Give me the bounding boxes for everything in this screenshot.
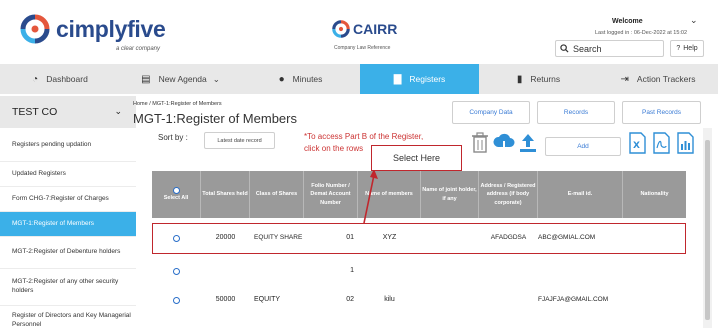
sidebar-item-mgt2-other[interactable]: MGT-2:Register of any other security hol… xyxy=(0,269,136,306)
export-icon: ⇥ xyxy=(620,73,629,85)
brand-logo[interactable]: cimplyfive xyxy=(20,14,166,44)
cimplyfive-logo-icon xyxy=(20,14,50,44)
records-button[interactable]: Records xyxy=(537,101,615,124)
company-selector[interactable]: TEST CO ⌄ xyxy=(0,96,136,128)
clock-icon: ● xyxy=(278,73,285,85)
main-nav: ◔ Dashboard ▤ New Agenda ⌄ ● Minutes ▇ R… xyxy=(0,64,718,94)
row-select[interactable] xyxy=(152,296,201,304)
select-all-header[interactable]: Select All xyxy=(152,171,201,218)
report-icon[interactable] xyxy=(675,132,696,154)
app-header: cimplyfive a clear company CAIRR Company… xyxy=(0,0,718,62)
chevron-down-icon[interactable]: ⌄ xyxy=(690,15,698,26)
sidebar-item-mgt2-debenture[interactable]: MGT-2:Register of Debenture holders xyxy=(0,237,136,269)
table-row[interactable]: 1 xyxy=(152,261,686,281)
chevron-down-icon: ⌄ xyxy=(212,73,220,84)
folder-icon: ▇ xyxy=(393,73,402,85)
product-subtitle: Company Law Reference xyxy=(334,45,391,51)
cell-member-name: kilu xyxy=(384,295,395,303)
svg-text:X: X xyxy=(633,141,640,151)
cell-folio: 02 xyxy=(346,295,354,303)
trash-icon[interactable] xyxy=(470,132,490,154)
radio-icon xyxy=(173,267,180,275)
nav-item-label: New Agenda xyxy=(158,74,207,84)
nav-item-new-agenda[interactable]: ▤ New Agenda ⌄ xyxy=(120,64,241,94)
header-folio: Folio Number / Demat Account Number xyxy=(304,171,358,218)
last-logged-text: Last logged in : 06-Dec-2022 at 15:02 xyxy=(595,30,688,36)
scrollbar-thumb[interactable] xyxy=(705,140,710,320)
breadcrumb: Home / MGT-1:Register of Members xyxy=(133,101,222,107)
gauge-icon: ◔ xyxy=(32,73,39,85)
upload-icon[interactable] xyxy=(517,132,539,154)
page-title: MGT-1:Register of Members xyxy=(133,111,297,126)
brand-subtitle: a clear company xyxy=(116,46,161,52)
sidebar-item-directors[interactable]: Register of Directors and Key Managerial… xyxy=(0,306,136,335)
product-name: CAIRR xyxy=(353,21,398,37)
cell-email: FJAJFJA@GMAIL.COM xyxy=(538,295,609,303)
header-email: E-mail id. xyxy=(538,171,623,218)
breadcrumb-current: MGT-1:Register of Members xyxy=(152,101,222,107)
document-icon: ▮ xyxy=(516,73,523,85)
nav-item-label: Dashboard xyxy=(46,74,88,84)
header-address: Address / Registered address (if body co… xyxy=(479,171,538,218)
cloud-download-icon[interactable] xyxy=(492,132,516,154)
search-icon xyxy=(560,44,569,53)
nav-item-dashboard[interactable]: ◔ Dashboard xyxy=(0,64,120,94)
sort-select[interactable]: Latest date record xyxy=(204,132,275,149)
company-name: TEST CO xyxy=(12,106,58,118)
question-icon: ? xyxy=(676,45,681,52)
breadcrumb-home[interactable]: Home xyxy=(133,101,148,107)
row-select[interactable] xyxy=(152,267,201,275)
search-placeholder: Search xyxy=(573,43,602,54)
chevron-down-icon: ⌄ xyxy=(114,106,122,116)
list-icon: ▤ xyxy=(141,73,151,85)
nav-item-minutes[interactable]: ● Minutes xyxy=(241,64,360,94)
sort-label: Sort by : xyxy=(158,133,188,142)
welcome-label: Welcome xyxy=(612,18,643,25)
nav-item-registers[interactable]: ▇ Registers xyxy=(360,64,479,94)
add-button[interactable]: Add xyxy=(545,137,621,156)
row-highlight-annotation xyxy=(152,223,686,254)
pdf-icon[interactable] xyxy=(651,132,672,154)
product-logo: CAIRR xyxy=(332,20,397,38)
nav-item-action-trackers[interactable]: ⇥ Action Trackers xyxy=(598,64,718,94)
cell-class: EQUITY xyxy=(254,295,281,303)
header-label: Select All xyxy=(163,194,189,201)
excel-icon[interactable]: X xyxy=(627,132,648,154)
header-joint-holder: Name of joint holder, if any xyxy=(421,171,479,218)
cell-shares: 50000 xyxy=(215,295,236,303)
nav-item-label: Action Trackers xyxy=(636,74,696,84)
cairr-logo-icon xyxy=(332,20,350,38)
sidebar: Registers pending updation Updated Regis… xyxy=(0,130,136,335)
sidebar-item-pending[interactable]: Registers pending updation xyxy=(0,130,136,162)
select-here-callout: Select Here xyxy=(371,145,462,171)
nav-item-label: Registers xyxy=(409,74,446,84)
nav-item-label: Minutes xyxy=(292,74,323,84)
header-total-shares: Total Shares held xyxy=(201,171,250,218)
sidebar-item-chg7[interactable]: Form CHG-7:Register of Charges xyxy=(0,187,136,212)
header-class: Class of Shares xyxy=(250,171,304,218)
radio-icon xyxy=(173,296,180,304)
radio-icon xyxy=(172,186,180,194)
table-row[interactable]: 50000 EQUITY 02 kilu FJAJFJA@GMAIL.COM xyxy=(152,290,686,310)
help-label: Help xyxy=(683,45,698,52)
annotation-arrow-icon xyxy=(363,169,378,224)
search-input[interactable]: Search xyxy=(555,40,664,57)
help-button[interactable]: ? Help xyxy=(670,40,704,57)
header-nationality: Nationality xyxy=(640,191,669,198)
brand-name: cimplyfive xyxy=(56,15,166,42)
sidebar-item-mgt1[interactable]: MGT-1:Register of Members xyxy=(0,212,136,237)
company-data-button[interactable]: Company Data xyxy=(452,101,530,124)
cell-folio: 1 xyxy=(350,266,354,274)
table-header: Select All Total Shares held Class of Sh… xyxy=(152,171,686,218)
sidebar-item-updated[interactable]: Updated Registers xyxy=(0,162,136,187)
nav-item-returns[interactable]: ▮ Returns xyxy=(479,64,598,94)
past-records-button[interactable]: Past Records xyxy=(622,101,701,124)
nav-item-label: Returns xyxy=(530,74,561,84)
